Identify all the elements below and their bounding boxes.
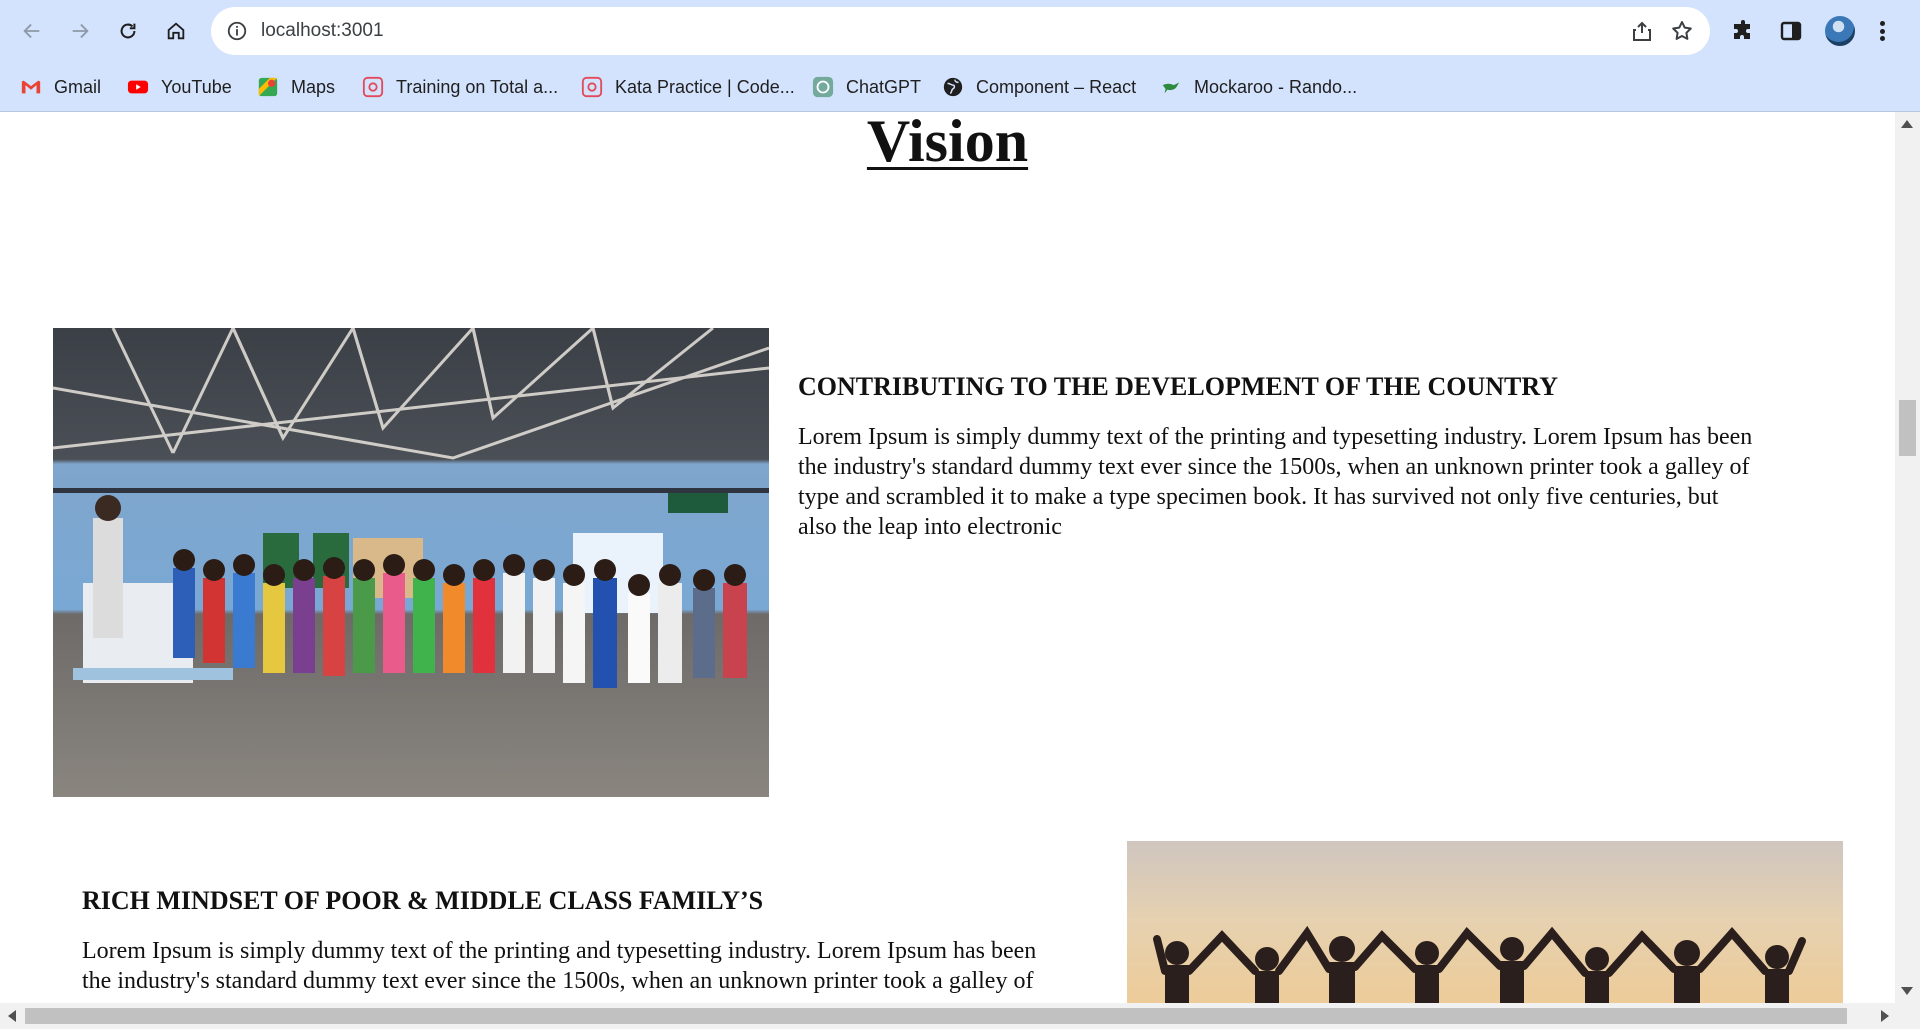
back-button[interactable] [14, 13, 50, 49]
bookmark-training[interactable]: Training on Total a... [362, 74, 558, 100]
section-body-mindset: Lorem Ipsum is simply dummy text of the … [82, 936, 1122, 996]
bookmark-gmail[interactable]: Gmail [20, 74, 101, 100]
body-line: type and scrambled it to make a type spe… [798, 484, 1719, 510]
url-text[interactable]: localhost:3001 [261, 7, 384, 55]
arrow-left-icon [23, 23, 40, 39]
home-icon [167, 22, 185, 40]
bookmark-react[interactable]: Component – React [942, 74, 1136, 100]
body-line: the industry's standard dummy text ever … [82, 968, 1034, 994]
scroll-right-arrow-icon[interactable] [1881, 1010, 1889, 1022]
bookmark-star-icon[interactable] [1670, 19, 1694, 43]
share-icon[interactable] [1630, 19, 1654, 43]
browser-toolbar: localhost:3001 [0, 0, 1920, 62]
section-body-development: Lorem Ipsum is simply dummy text of the … [798, 422, 1858, 542]
address-bar[interactable]: localhost:3001 [211, 7, 1710, 55]
arrow-right-icon [72, 23, 89, 39]
mockaroo-icon [1160, 76, 1182, 98]
people-silhouette-illustration [1153, 925, 1806, 1003]
children-line-illustration [53, 328, 769, 688]
codesignal-icon [362, 76, 384, 98]
browser-menu-icon[interactable] [1876, 18, 1888, 44]
globe-icon [942, 76, 964, 98]
profile-avatar[interactable] [1823, 14, 1857, 48]
bookmark-maps[interactable]: Maps [257, 74, 335, 100]
bookmark-label: Kata Practice | Code... [615, 76, 795, 97]
page-content: Vision CONTRIBUTING TO THE DEVELOPMENT O… [0, 112, 1895, 1003]
bookmark-youtube[interactable]: YouTube [127, 74, 232, 100]
horizontal-scroll-thumb[interactable] [25, 1008, 1847, 1024]
gmail-icon [20, 76, 42, 98]
bookmark-kata[interactable]: Kata Practice | Code... [581, 74, 795, 100]
home-button[interactable] [158, 13, 194, 49]
body-line: Lorem Ipsum is simply dummy text of the … [82, 938, 1037, 964]
scroll-down-arrow-icon[interactable] [1901, 987, 1913, 995]
body-line: Lorem Ipsum is simply dummy text of the … [798, 424, 1753, 450]
page-title: Vision [866, 112, 1029, 174]
children-line-photo [53, 328, 769, 797]
forward-button[interactable] [62, 13, 98, 49]
horizontal-scrollbar[interactable] [0, 1003, 1920, 1029]
section-heading-development: CONTRIBUTING TO THE DEVELOPMENT OF THE C… [798, 372, 1558, 401]
bookmark-label: Component – React [976, 76, 1137, 97]
reload-icon [120, 23, 136, 39]
bookmark-chatgpt[interactable]: ChatGPT [812, 74, 921, 100]
section-heading-mindset: RICH MINDSET OF POOR & MIDDLE CLASS FAMI… [82, 886, 764, 915]
bookmark-label: Gmail [54, 76, 102, 97]
people-celebrating-photo [1127, 841, 1843, 1003]
vertical-scrollbar[interactable] [1895, 112, 1920, 1003]
bookmark-label: YouTube [161, 76, 232, 97]
scroll-left-arrow-icon[interactable] [8, 1010, 16, 1022]
bookmark-label: Training on Total a... [396, 76, 559, 97]
bookmark-mockaroo[interactable]: Mockaroo - Rando... [1160, 74, 1357, 100]
maps-icon [257, 76, 279, 98]
chatgpt-icon [812, 76, 834, 98]
youtube-icon [127, 76, 149, 98]
vertical-scroll-thumb[interactable] [1899, 400, 1916, 456]
body-line: also the leap into electronic [798, 514, 1062, 540]
bookmark-label: Mockaroo - Rando... [1194, 76, 1358, 97]
info-icon[interactable] [226, 20, 248, 42]
scroll-up-arrow-icon[interactable] [1901, 120, 1913, 128]
codesignal-icon [581, 76, 603, 98]
side-panel-icon[interactable] [1779, 19, 1803, 43]
body-line: the industry's standard dummy text ever … [798, 454, 1750, 480]
extensions-icon[interactable] [1731, 19, 1755, 43]
reload-button[interactable] [110, 13, 146, 49]
bookmarks-bar: Gmail YouTube Maps Training on Total a..… [0, 62, 1920, 112]
bookmark-label: Maps [291, 76, 336, 97]
bookmark-label: ChatGPT [846, 76, 922, 97]
